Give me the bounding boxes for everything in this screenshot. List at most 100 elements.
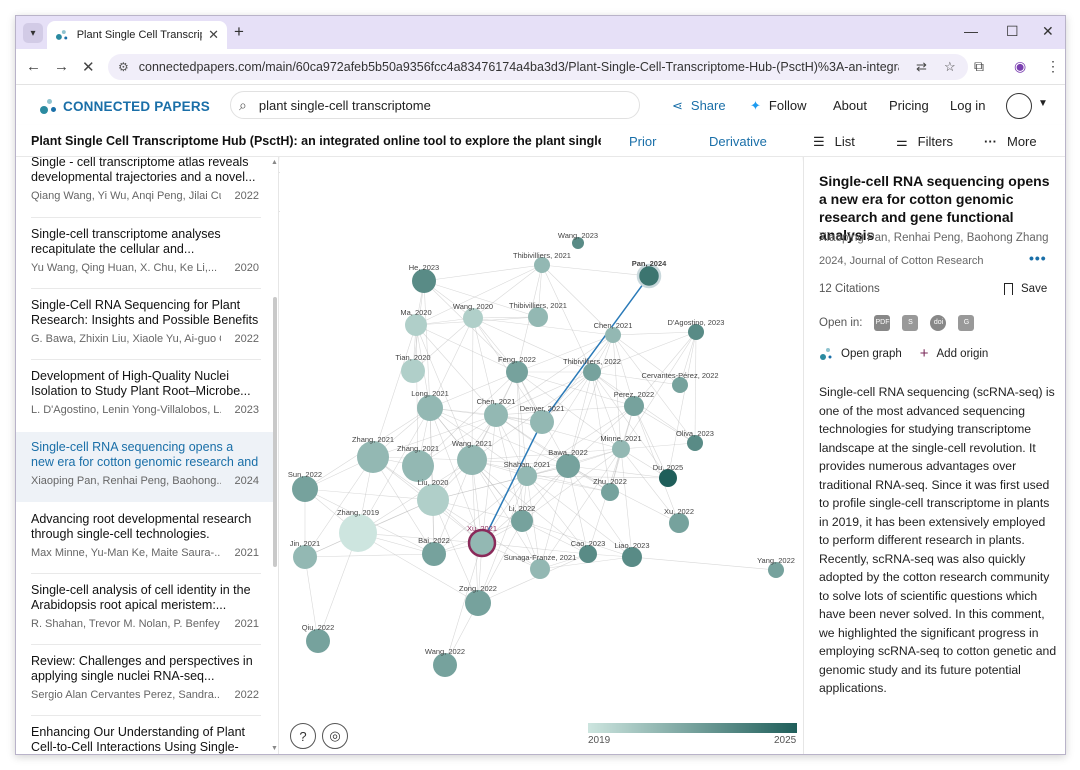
- graph-node-circle[interactable]: [506, 361, 528, 383]
- graph-node[interactable]: Wang, 2023: [558, 231, 598, 249]
- list-scrollbar[interactable]: [273, 297, 277, 567]
- tab-close-icon[interactable]: ✕: [208, 27, 219, 43]
- graph-node[interactable]: Zhang, 2021: [397, 444, 439, 482]
- graph-node[interactable]: Sunaga-Franze, 2021: [504, 553, 577, 579]
- graph-node[interactable]: Sun, 2022: [288, 470, 322, 502]
- graph-node[interactable]: Chen, 2021: [594, 321, 633, 343]
- scroll-up-arrow[interactable]: ▲: [271, 159, 278, 166]
- graph-node[interactable]: Chen, 2021: [477, 397, 516, 427]
- open-graph-button[interactable]: Open graph: [819, 347, 902, 361]
- follow-button[interactable]: ✦ Follow: [750, 98, 806, 114]
- list-item-selected[interactable]: Single-cell RNA sequencing opens a new e…: [16, 432, 274, 502]
- graph-node-circle[interactable]: [465, 590, 491, 616]
- list-item[interactable]: Single-cell analysis of cell identity in…: [16, 583, 274, 630]
- graph-node-circle[interactable]: [306, 629, 330, 653]
- graph-node[interactable]: Li, 2022: [509, 504, 536, 532]
- graph-node-circle[interactable]: [517, 466, 537, 486]
- graph-node[interactable]: Wang, 2022: [425, 647, 465, 677]
- url-field[interactable]: ⚙ connectedpapers.com/main/60ca972afeb5b…: [108, 54, 968, 80]
- translate-icon[interactable]: ⇄: [916, 59, 927, 75]
- graph-canvas[interactable]: Wang, 2023 Thibivilliers, 2021 He, 2023 Pan…: [280, 157, 802, 755]
- login-link[interactable]: Log in: [950, 98, 985, 113]
- graph-node-circle[interactable]: [339, 514, 377, 552]
- search-input[interactable]: ⌕ plant single-cell transcriptome: [230, 91, 640, 119]
- google-scholar-icon[interactable]: G: [958, 315, 975, 331]
- graph-node[interactable]: Wang, 2021: [452, 439, 492, 475]
- graph-node-circle[interactable]: [463, 308, 483, 328]
- recenter-button[interactable]: ◎: [322, 723, 348, 749]
- list-button[interactable]: ☰ List: [813, 134, 855, 150]
- logo[interactable]: CONNECTED PAPERS: [40, 97, 210, 115]
- new-tab-icon[interactable]: +: [234, 22, 244, 42]
- list-item[interactable]: Single - cell transcriptome atlas reveal…: [16, 157, 274, 202]
- graph-node[interactable]: Bai, 2022: [418, 536, 450, 566]
- more-options-icon[interactable]: •••: [1029, 250, 1047, 266]
- graph-node-circle[interactable]: [405, 314, 427, 336]
- save-button[interactable]: Save: [1004, 283, 1047, 295]
- graph-node-circle[interactable]: [292, 476, 318, 502]
- pricing-link[interactable]: Pricing: [889, 98, 929, 113]
- stop-loading-icon[interactable]: ✕: [82, 58, 95, 76]
- graph-node-circle[interactable]: [622, 547, 642, 567]
- tab-search-button[interactable]: ▾: [23, 23, 43, 43]
- back-icon[interactable]: ←: [26, 58, 41, 75]
- graph-node-circle[interactable]: [433, 653, 457, 677]
- close-window-icon[interactable]: ✕: [1042, 23, 1054, 40]
- graph-node[interactable]: Feng, 2022: [498, 355, 536, 383]
- list-item[interactable]: Enhancing Our Understanding of Plant Cel…: [16, 725, 274, 754]
- list-item[interactable]: Development of High-Quality Nuclei Isola…: [16, 369, 274, 416]
- graph-node[interactable]: Liao, 2023: [614, 541, 650, 567]
- graph-node[interactable]: Oliva, 2023: [676, 429, 714, 451]
- graph-node[interactable]: Du, 2025: [653, 463, 683, 487]
- scroll-down-arrow[interactable]: ▼: [271, 745, 278, 752]
- list-item[interactable]: Advancing root developmental research th…: [16, 512, 274, 559]
- graph-node[interactable]: Denyer, 2021: [520, 404, 565, 434]
- user-avatar-icon[interactable]: [1006, 93, 1032, 119]
- graph-node[interactable]: Qiu, 2022: [302, 623, 335, 653]
- graph-node[interactable]: Pan, 2024: [632, 259, 667, 289]
- graph-node[interactable]: Thibivilliers, 2021: [509, 301, 567, 327]
- graph-node[interactable]: Thibivilliers, 2021: [513, 251, 571, 273]
- forward-icon[interactable]: →: [54, 58, 69, 75]
- graph-node-circle[interactable]: [467, 528, 497, 558]
- graph-node-circle[interactable]: [357, 441, 389, 473]
- prior-works-button[interactable]: Prior: [629, 134, 656, 149]
- citation-graph[interactable]: Wang, 2023 Thibivilliers, 2021 He, 2023 Pan…: [280, 157, 802, 755]
- graph-node[interactable]: D'Agostino, 2023: [668, 318, 725, 340]
- graph-node-circle[interactable]: [412, 269, 436, 293]
- graph-node[interactable]: Minne, 2021: [600, 434, 642, 458]
- graph-node-circle[interactable]: [484, 403, 508, 427]
- graph-node-circle[interactable]: [624, 396, 644, 416]
- extensions-icon[interactable]: ⧉: [974, 58, 984, 75]
- graph-node-circle[interactable]: [511, 510, 533, 532]
- about-link[interactable]: About: [833, 98, 867, 113]
- profile-icon[interactable]: ◉: [1014, 58, 1026, 75]
- doi-icon[interactable]: doi: [930, 315, 947, 331]
- maximize-icon[interactable]: ☐: [1006, 23, 1019, 40]
- help-button[interactable]: ?: [290, 723, 316, 749]
- graph-node-circle[interactable]: [530, 410, 554, 434]
- chevron-down-icon[interactable]: ▼: [1038, 98, 1048, 109]
- browser-tab[interactable]: Plant Single Cell Transcripton ✕: [47, 21, 227, 49]
- graph-node-circle[interactable]: [669, 513, 689, 533]
- filters-button[interactable]: ⚌ Filters: [896, 134, 953, 150]
- graph-node[interactable]: Shahan, 2021: [504, 460, 551, 486]
- graph-node[interactable]: Liu, 2020: [417, 478, 449, 516]
- graph-node[interactable]: Jin, 2021: [290, 539, 320, 569]
- graph-node[interactable]: Xu, 2022: [664, 507, 694, 533]
- list-item[interactable]: Single-Cell RNA Sequencing for Plant Res…: [16, 298, 274, 345]
- pdf-icon[interactable]: PDF: [874, 315, 891, 331]
- graph-node[interactable]: Ma, 2020: [400, 308, 432, 336]
- add-origin-button[interactable]: + Add origin: [920, 345, 989, 362]
- list-item[interactable]: Single-cell transcriptome analyses recap…: [16, 227, 274, 274]
- graph-node-circle[interactable]: [401, 359, 425, 383]
- graph-node[interactable]: Thibivilliers, 2022: [563, 357, 621, 381]
- bookmark-star-icon[interactable]: ☆: [944, 59, 956, 75]
- share-button[interactable]: ⋖ Share: [672, 98, 726, 114]
- graph-node-circle[interactable]: [422, 542, 446, 566]
- graph-node[interactable]: Bawa, 2022: [548, 448, 588, 478]
- graph-node[interactable]: Yang, 2022: [757, 556, 795, 578]
- graph-node[interactable]: He, 2023: [409, 263, 439, 293]
- graph-node-circle[interactable]: [636, 263, 662, 289]
- graph-node-circle[interactable]: [417, 484, 449, 516]
